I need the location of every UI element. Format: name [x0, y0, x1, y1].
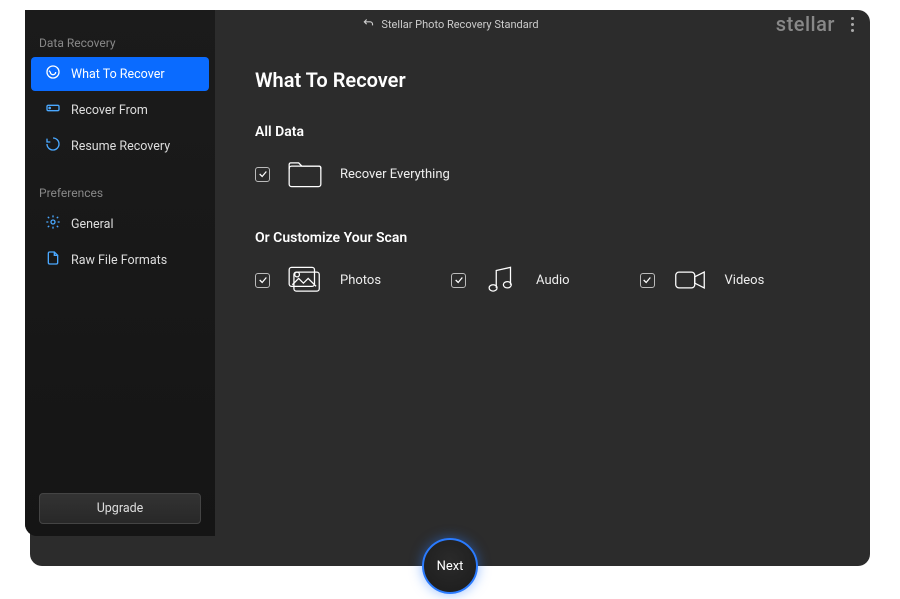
- recover-icon: [45, 64, 61, 84]
- sidebar-item-label: Recover From: [71, 103, 148, 118]
- sidebar-item-raw-file-formats[interactable]: Raw File Formats: [31, 243, 209, 277]
- option-label: Photos: [340, 273, 381, 288]
- resume-icon: [45, 136, 61, 156]
- customize-heading: Or Customize Your Scan: [255, 230, 830, 246]
- main-content: What To Recover All Data Recover Everyth…: [215, 38, 870, 566]
- upgrade-button[interactable]: Upgrade: [39, 493, 201, 524]
- video-icon: [669, 262, 711, 298]
- checkbox-videos[interactable]: [640, 273, 655, 288]
- option-label: Recover Everything: [340, 167, 450, 182]
- brand-logo: stellar: [776, 12, 835, 36]
- all-data-heading: All Data: [255, 124, 830, 140]
- sidebar-item-general[interactable]: General: [31, 207, 209, 241]
- option-recover-everything[interactable]: Recover Everything: [255, 156, 450, 192]
- sidebar-item-label: General: [71, 217, 114, 232]
- option-audio[interactable]: Audio: [451, 262, 569, 298]
- folder-icon: [284, 156, 326, 192]
- more-menu-button[interactable]: [847, 13, 858, 36]
- file-formats-icon: [45, 250, 61, 270]
- checkbox-recover-everything[interactable]: [255, 167, 270, 182]
- option-videos[interactable]: Videos: [640, 262, 765, 298]
- drive-icon: [45, 100, 61, 120]
- sidebar-section-preferences: Preferences: [25, 178, 215, 206]
- option-photos[interactable]: Photos: [255, 262, 381, 298]
- sidebar: Data Recovery What To Recover Recover Fr…: [25, 28, 215, 536]
- back-icon[interactable]: [361, 16, 375, 33]
- sidebar-section-data-recovery: Data Recovery: [25, 28, 215, 56]
- checkbox-audio[interactable]: [451, 273, 466, 288]
- option-label: Videos: [725, 273, 765, 288]
- gear-icon: [45, 214, 61, 234]
- sidebar-item-label: What To Recover: [71, 67, 165, 82]
- sidebar-item-what-to-recover[interactable]: What To Recover: [31, 57, 209, 91]
- audio-icon: [480, 262, 522, 298]
- app-title: Stellar Photo Recovery Standard: [381, 18, 538, 31]
- checkbox-photos[interactable]: [255, 273, 270, 288]
- photos-icon: [284, 262, 326, 298]
- sidebar-item-resume-recovery[interactable]: Resume Recovery: [31, 129, 209, 163]
- app-window: Stellar Photo Recovery Standard stellar …: [30, 10, 870, 566]
- option-label: Audio: [536, 273, 569, 288]
- titlebar-title: Stellar Photo Recovery Standard: [361, 16, 538, 33]
- page-title: What To Recover: [255, 68, 830, 92]
- sidebar-item-label: Resume Recovery: [71, 139, 170, 154]
- sidebar-item-recover-from[interactable]: Recover From: [31, 93, 209, 127]
- next-button[interactable]: Next: [422, 538, 478, 594]
- sidebar-item-label: Raw File Formats: [71, 253, 167, 268]
